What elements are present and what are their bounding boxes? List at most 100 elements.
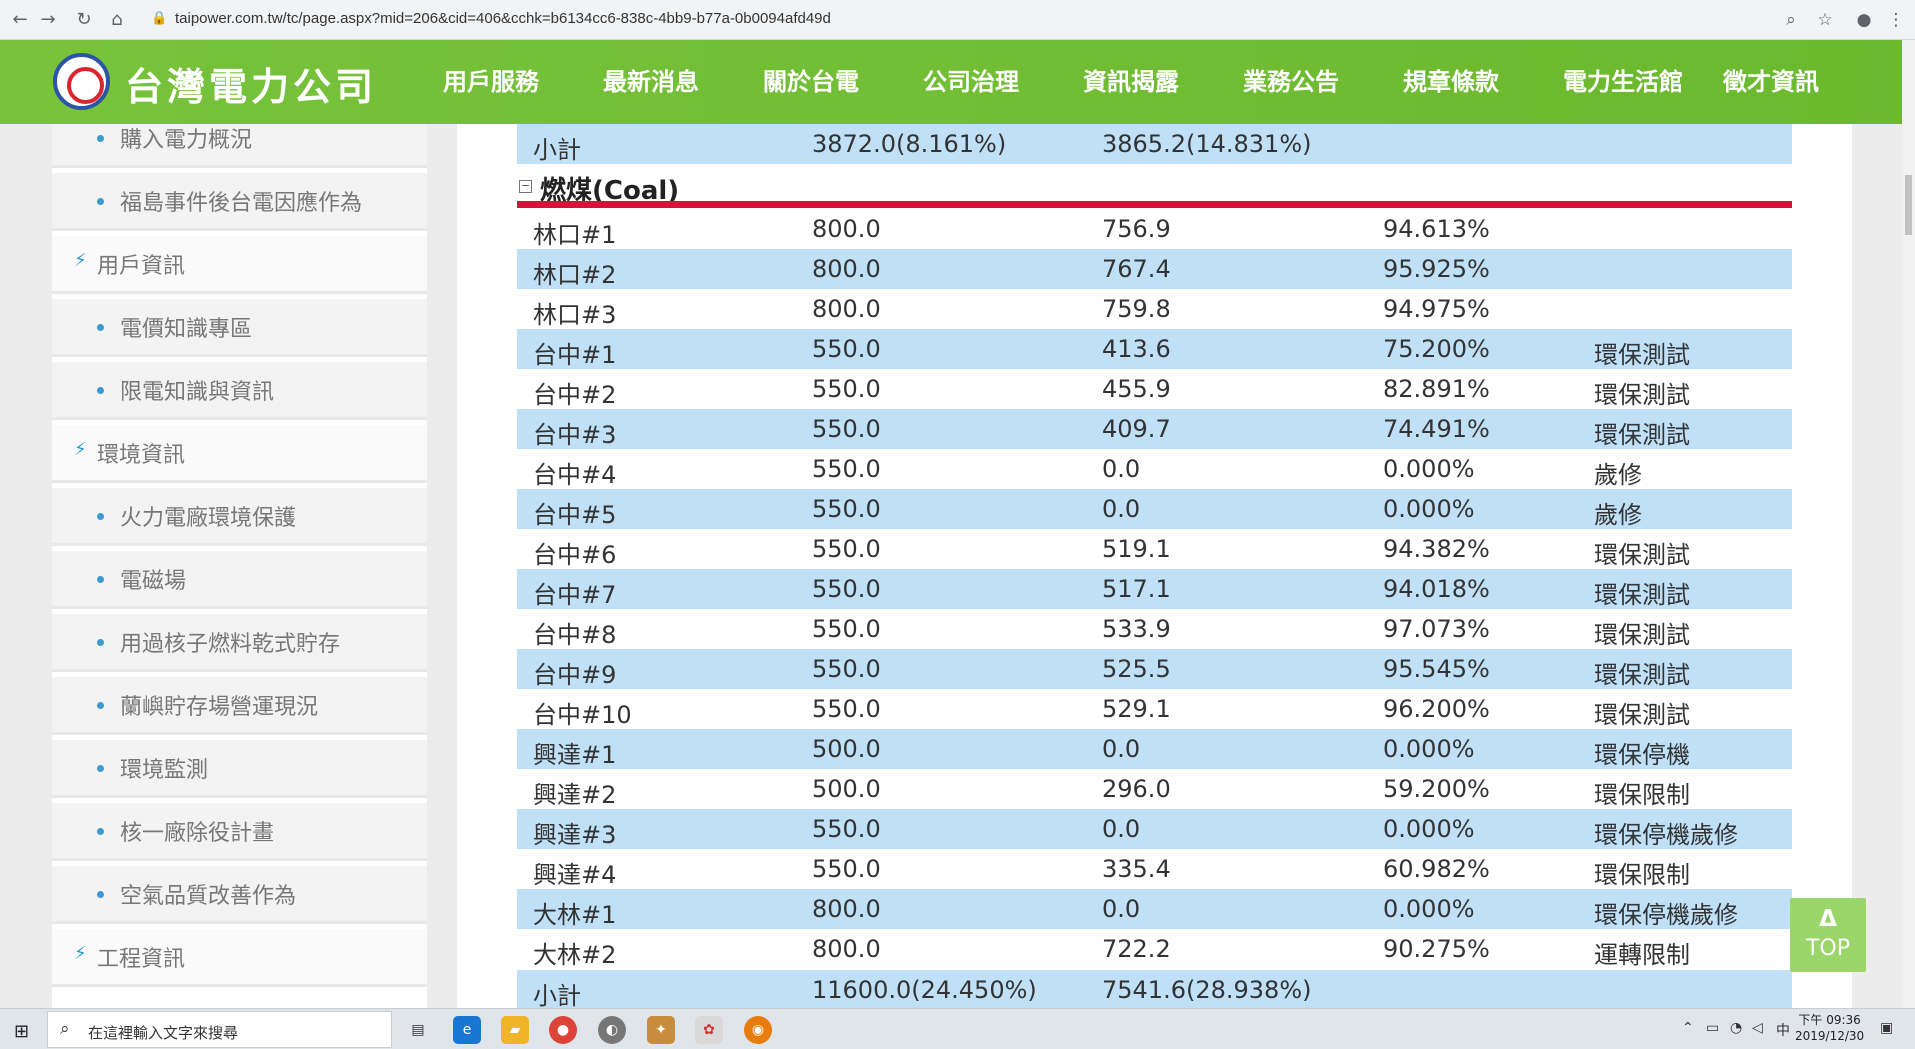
remark: 歲修	[1594, 461, 1642, 489]
output-value: 767.4	[1102, 255, 1171, 283]
remark: 環保測試	[1594, 421, 1690, 449]
menu-item[interactable]: 徵才資訊	[1723, 40, 1883, 124]
menu-item[interactable]: 最新消息	[603, 40, 763, 124]
file-explorer-icon[interactable]: ▰	[501, 1016, 529, 1044]
sidebar-item[interactable]: 核一廠除役計畫	[52, 803, 427, 861]
utilization-percent: 0.000%	[1383, 735, 1475, 763]
edge-icon[interactable]: e	[453, 1016, 481, 1044]
remark: 環保測試	[1594, 621, 1690, 649]
remark: 環保測試	[1594, 581, 1690, 609]
table-row: 台中#10 550.0 529.1 96.200% 環保測試	[517, 689, 1792, 729]
ime-indicator[interactable]: 中	[1776, 1020, 1790, 1040]
bullet-icon	[97, 324, 104, 331]
network-icon[interactable]: ◔	[1730, 1020, 1742, 1036]
taskbar-search-placeholder: 在這裡輸入文字來搜尋	[88, 1024, 239, 1042]
url-text[interactable]: taipower.com.tw/tc/page.aspx?mid=206&cid…	[175, 10, 831, 27]
sidebar-item[interactable]: 限電知識與資訊	[52, 362, 427, 420]
menu-item[interactable]: 公司治理	[923, 40, 1083, 124]
tray-chevron-icon[interactable]: ⌃	[1682, 1020, 1694, 1036]
output-value: 413.6	[1102, 335, 1171, 363]
sidebar-item[interactable]: 用過核子燃料乾式貯存	[52, 614, 427, 672]
back-icon[interactable]: ←	[8, 8, 32, 32]
menu-item[interactable]: 關於台電	[763, 40, 923, 124]
capacity-value: 550.0	[812, 455, 881, 483]
forward-icon[interactable]: →	[36, 8, 60, 32]
subtotal-output: 3865.2(14.831%)	[1102, 130, 1312, 158]
remark: 環保測試	[1594, 381, 1690, 409]
app-icon[interactable]: ✦	[647, 1016, 675, 1044]
taipower-logo-icon[interactable]	[53, 53, 110, 110]
unit-name: 林口#3	[533, 301, 617, 329]
menu-item[interactable]: 業務公告	[1243, 40, 1403, 124]
volume-icon[interactable]: ◁	[1752, 1020, 1763, 1036]
menu-item[interactable]: 用戶服務	[443, 40, 603, 124]
remark: 環保測試	[1594, 541, 1690, 569]
windows-start-icon[interactable]: ⊞	[14, 1021, 29, 1042]
star-icon[interactable]: ☆	[1813, 8, 1837, 32]
unit-name: 台中#2	[533, 381, 617, 409]
unit-name: 興達#3	[533, 821, 617, 849]
sidebar-item-label: 購入電力概況	[120, 128, 253, 153]
power-generation-table: 小計 3872.0(8.161%) 3865.2(14.831%) − 燃煤(C…	[517, 124, 1792, 1008]
taskbar-search[interactable]: ⌕ 在這裡輸入文字來搜尋	[47, 1011, 392, 1048]
table-row: 大林#1 800.0 0.0 0.000% 環保停機歲修	[517, 889, 1792, 929]
table-row: 台中#8 550.0 533.9 97.073% 環保測試	[517, 609, 1792, 649]
sidebar-item[interactable]: 電價知識專區	[52, 299, 427, 357]
up-arrow-icon: Δ	[1819, 906, 1837, 932]
sidebar-item-label: 限電知識與資訊	[120, 380, 275, 405]
sidebar-item[interactable]: 環境監測	[52, 740, 427, 798]
menu-item[interactable]: 規章條款	[1403, 40, 1563, 124]
collapse-icon[interactable]: −	[519, 180, 532, 193]
menu-item[interactable]: 電力生活館	[1563, 40, 1723, 124]
utilization-percent: 95.545%	[1383, 655, 1490, 683]
remark: 環保停機歲修	[1594, 821, 1738, 849]
scroll-thumb[interactable]	[1905, 175, 1912, 235]
blender-icon[interactable]: ◉	[744, 1016, 772, 1044]
unit-name: 台中#5	[533, 501, 617, 529]
sidebar-item[interactable]: 電磁場	[52, 551, 427, 609]
sidebar-item[interactable]: ⚡ 工程資訊	[52, 929, 427, 987]
utilization-percent: 82.891%	[1383, 375, 1490, 403]
notification-icon[interactable]: ▣	[1880, 1020, 1893, 1036]
site-logo-text[interactable]: 台灣電力公司	[125, 56, 377, 111]
utilization-percent: 95.925%	[1383, 255, 1490, 283]
app-icon[interactable]: ◐	[598, 1016, 626, 1044]
sidebar-item[interactable]: 蘭嶼貯存場營運現況	[52, 677, 427, 735]
sidebar-item[interactable]: 火力電廠環境保護	[52, 488, 427, 546]
table-row: 大林#2 800.0 722.2 90.275% 運轉限制	[517, 929, 1792, 969]
battery-icon[interactable]: ▭	[1706, 1020, 1719, 1036]
sidebar-item[interactable]: 空氣品質改善作為	[52, 866, 427, 924]
output-value: 533.9	[1102, 615, 1171, 643]
section-divider	[517, 201, 1792, 208]
home-icon[interactable]: ⌂	[105, 8, 129, 32]
output-value: 756.9	[1102, 215, 1171, 243]
chrome-icon[interactable]: ●	[549, 1016, 577, 1044]
zoom-icon[interactable]: ⌕	[1779, 8, 1803, 32]
sidebar-item[interactable]: 購入電力概況	[52, 124, 427, 168]
reload-icon[interactable]: ↻	[72, 8, 96, 32]
sidebar-item[interactable]: ⚡ 環境資訊	[52, 425, 427, 483]
remark: 環保測試	[1594, 661, 1690, 689]
menu-icon[interactable]: ⋮	[1884, 8, 1908, 32]
table-row: 興達#4 550.0 335.4 60.982% 環保限制	[517, 849, 1792, 889]
coal-section-header[interactable]: − 燃煤(Coal)	[517, 164, 1792, 208]
remark: 環保限制	[1594, 781, 1690, 809]
back-to-top-button[interactable]: Δ TOP	[1790, 898, 1866, 972]
unit-name: 台中#6	[533, 541, 617, 569]
output-value: 722.2	[1102, 935, 1171, 963]
task-view-icon[interactable]: ▤	[404, 1016, 432, 1044]
capacity-value: 800.0	[812, 895, 881, 923]
sidebar-item[interactable]: ⚡ 用戶資訊	[52, 236, 427, 294]
lightning-icon: ⚡	[74, 943, 87, 964]
app-icon[interactable]: ✿	[695, 1016, 723, 1044]
subtotal-label: 小計	[533, 982, 581, 1008]
output-value: 409.7	[1102, 415, 1171, 443]
unit-name: 大林#1	[533, 901, 617, 929]
page-scrollbar[interactable]	[1902, 40, 1915, 1008]
taskbar-clock[interactable]: 下午 09:36 2019/12/30	[1795, 1012, 1864, 1044]
utilization-percent: 94.382%	[1383, 535, 1490, 563]
sidebar-item[interactable]: 福島事件後台電因應作為	[52, 173, 427, 231]
sidebar-item-label: 電價知識專區	[120, 317, 253, 342]
account-icon[interactable]: ●	[1852, 8, 1876, 32]
menu-item[interactable]: 資訊揭露	[1083, 40, 1243, 124]
